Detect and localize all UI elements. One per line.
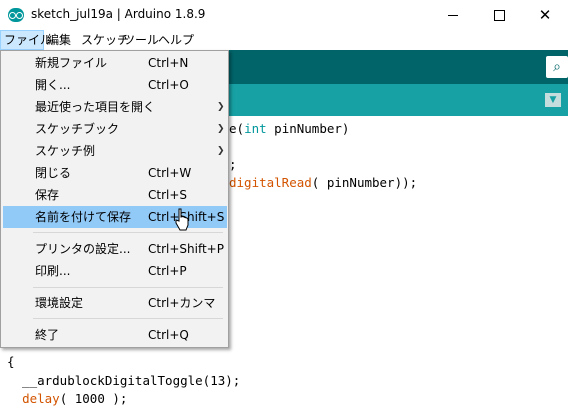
menu-help[interactable]: ヘルプ [155, 30, 197, 50]
menu-separator [33, 232, 223, 233]
menu-item-preferences[interactable]: 環境設定 Ctrl+カンマ [3, 292, 227, 314]
code-line: { [7, 354, 15, 369]
menu-item-page-setup[interactable]: プリンタの設定... Ctrl+Shift+P [3, 238, 227, 260]
chevron-right-icon: ❯ [217, 146, 225, 156]
code-line: ; [229, 157, 237, 172]
menu-item-quit[interactable]: 終了 Ctrl+Q [3, 324, 227, 346]
window-title: sketch_jul19a | Arduino 1.8.9 [31, 7, 206, 21]
chevron-right-icon: ❯ [217, 124, 225, 134]
code-line: delay( 1000 ); [22, 391, 128, 406]
file-menu-dropdown: 新規ファイル Ctrl+N 開く... Ctrl+O 最近使った項目を開く ❯ … [0, 50, 229, 348]
close-icon: ✕ [538, 6, 552, 24]
minimize-icon [448, 14, 458, 16]
code-line: e(int pinNumber) [229, 121, 350, 136]
minimize-button[interactable] [430, 0, 476, 30]
menu-item-open[interactable]: 開く... Ctrl+O [3, 74, 227, 96]
menu-item-save-as[interactable]: 名前を付けて保存 Ctrl+Shift+S [3, 206, 227, 228]
menu-item-print[interactable]: 印刷... Ctrl+P [3, 260, 227, 282]
menu-edit[interactable]: 編集 [44, 30, 74, 50]
menu-bar: ファイル 編集 スケッチ ツール ヘルプ [0, 30, 568, 50]
menu-item-open-recent[interactable]: 最近使った項目を開く ❯ [3, 96, 227, 118]
menu-item-sketchbook[interactable]: スケッチブック ❯ [3, 118, 227, 140]
code-line: digitalRead( pinNumber)); [229, 175, 418, 190]
menu-item-save[interactable]: 保存 Ctrl+S [3, 184, 227, 206]
close-button[interactable]: ✕ [522, 0, 568, 30]
maximize-button[interactable] [476, 0, 522, 30]
serial-monitor-icon: ⌕ [553, 59, 561, 75]
mouse-pointer-icon [175, 208, 189, 231]
title-bar: sketch_jul19a | Arduino 1.8.9 ✕ [0, 0, 568, 30]
menu-separator [33, 318, 223, 319]
code-line: __ardublockDigitalToggle(13); [7, 373, 241, 388]
menu-separator [33, 287, 223, 288]
menu-file[interactable]: ファイル [0, 30, 52, 50]
tab-menu-icon: ▼ [549, 95, 557, 105]
maximize-icon [493, 9, 505, 21]
tab-menu-button[interactable]: ▼ [545, 93, 561, 107]
menu-item-close[interactable]: 閉じる Ctrl+W [3, 162, 227, 184]
arduino-logo-icon [8, 8, 24, 22]
chevron-right-icon: ❯ [217, 102, 225, 112]
menu-item-new[interactable]: 新規ファイル Ctrl+N [3, 52, 227, 74]
menu-item-examples[interactable]: スケッチ例 ❯ [3, 140, 227, 162]
serial-monitor-button[interactable]: ⌕ [546, 56, 568, 78]
